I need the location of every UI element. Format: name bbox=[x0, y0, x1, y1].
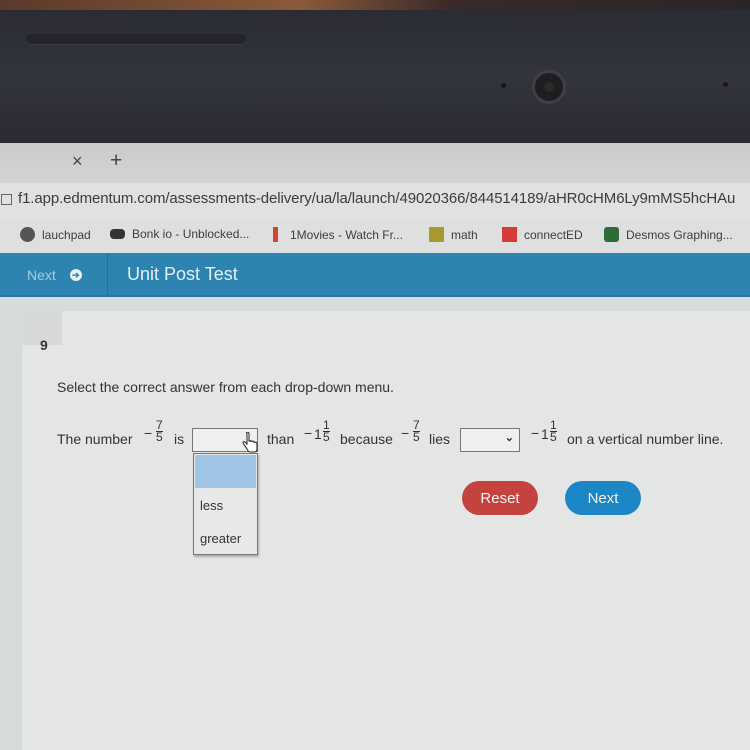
fraction-neg-7-5: 7 5 bbox=[413, 419, 420, 444]
laptop-bezel bbox=[0, 10, 750, 145]
bookmark-1movies[interactable]: 1Movies - Watch Fr... bbox=[273, 227, 403, 242]
fraction-denominator: 5 bbox=[323, 430, 330, 444]
page-info-icon[interactable] bbox=[1, 194, 12, 205]
app-header: Next ➔ Unit Post Test bbox=[0, 253, 750, 297]
close-tab-icon[interactable]: × bbox=[72, 151, 83, 172]
reset-button[interactable]: Reset bbox=[462, 481, 538, 515]
sentence-text-2: is bbox=[174, 431, 185, 447]
classroom-icon bbox=[429, 227, 444, 242]
webcam-icon bbox=[532, 70, 566, 104]
mixed-whole: 1 bbox=[314, 426, 322, 442]
fraction-sign: − bbox=[144, 425, 153, 441]
fraction-denominator: 5 bbox=[413, 430, 420, 444]
gamepad-icon bbox=[110, 229, 125, 239]
sentence-text-6: on a vertical number line. bbox=[567, 431, 724, 447]
mixed-whole: 1 bbox=[541, 426, 549, 442]
dropdown-1-options: less greater bbox=[193, 453, 258, 555]
sentence-text-4: because bbox=[340, 431, 393, 447]
mixed-sign: − bbox=[531, 425, 540, 441]
dropdown-option-less[interactable]: less bbox=[200, 498, 223, 513]
header-next-button[interactable]: Next ➔ bbox=[0, 253, 108, 297]
screen: × + f1.app.edmentum.com/assessments-deli… bbox=[0, 143, 750, 750]
question-number: 9 bbox=[40, 337, 48, 353]
bookmark-label: connectED bbox=[524, 227, 583, 242]
sentence-text-1: The number bbox=[57, 431, 133, 447]
bookmark-label: 1Movies - Watch Fr... bbox=[290, 227, 403, 242]
bookmark-bonk-io[interactable]: Bonk io - Unblocked... bbox=[110, 227, 249, 241]
url-text[interactable]: f1.app.edmentum.com/assessments-delivery… bbox=[18, 190, 735, 207]
new-tab-icon[interactable]: + bbox=[110, 149, 122, 173]
next-button[interactable]: Next bbox=[565, 481, 641, 515]
mic-dot bbox=[723, 82, 728, 87]
bookmark-desmos[interactable]: Desmos Graphing... bbox=[604, 227, 733, 242]
bookmark-label: lauchpad bbox=[42, 227, 91, 242]
dropdown-2-position[interactable]: ⌄ bbox=[460, 428, 520, 452]
question-instruction: Select the correct answer from each drop… bbox=[57, 379, 394, 395]
bookmark-label: Bonk io - Unblocked... bbox=[132, 227, 250, 241]
fraction-sign: − bbox=[401, 425, 410, 441]
mixed-neg-1-1-5: 1 5 bbox=[550, 419, 557, 444]
bezel-notch bbox=[26, 34, 246, 44]
arrow-right-circle-icon: ➔ bbox=[69, 269, 82, 281]
background-surface bbox=[0, 0, 750, 10]
tab-strip: × + bbox=[0, 143, 750, 183]
sentence-text-5: lies bbox=[429, 431, 451, 447]
dropdown-option-blank[interactable] bbox=[195, 455, 256, 488]
desmos-icon bbox=[604, 227, 619, 242]
chevron-down-icon: ⌄ bbox=[504, 432, 514, 444]
hand-cursor-icon bbox=[242, 432, 258, 453]
bookmark-label: math bbox=[451, 227, 478, 242]
mcgraw-hill-icon bbox=[502, 227, 517, 242]
movies-icon bbox=[273, 227, 278, 242]
question-panel bbox=[22, 311, 750, 750]
fraction-neg-7-5: 7 5 bbox=[156, 419, 163, 444]
fraction-denominator: 5 bbox=[550, 430, 557, 444]
globe-icon bbox=[20, 227, 35, 242]
photo-frame: × + f1.app.edmentum.com/assessments-deli… bbox=[0, 0, 750, 750]
bookmark-math[interactable]: math bbox=[429, 227, 478, 242]
header-next-label: Next bbox=[27, 267, 56, 283]
mixed-sign: − bbox=[304, 425, 313, 441]
bookmark-lauchpad[interactable]: lauchpad bbox=[20, 227, 91, 242]
dropdown-option-greater[interactable]: greater bbox=[200, 531, 241, 546]
sentence-text-3: than bbox=[267, 431, 295, 447]
bookmark-connected[interactable]: connectED bbox=[502, 227, 583, 242]
sensor-dot bbox=[501, 83, 506, 88]
fraction-denominator: 5 bbox=[156, 430, 163, 444]
page-title: Unit Post Test bbox=[127, 264, 238, 284]
bookmark-label: Desmos Graphing... bbox=[626, 227, 733, 242]
mixed-neg-1-1-5: 1 5 bbox=[323, 419, 330, 444]
